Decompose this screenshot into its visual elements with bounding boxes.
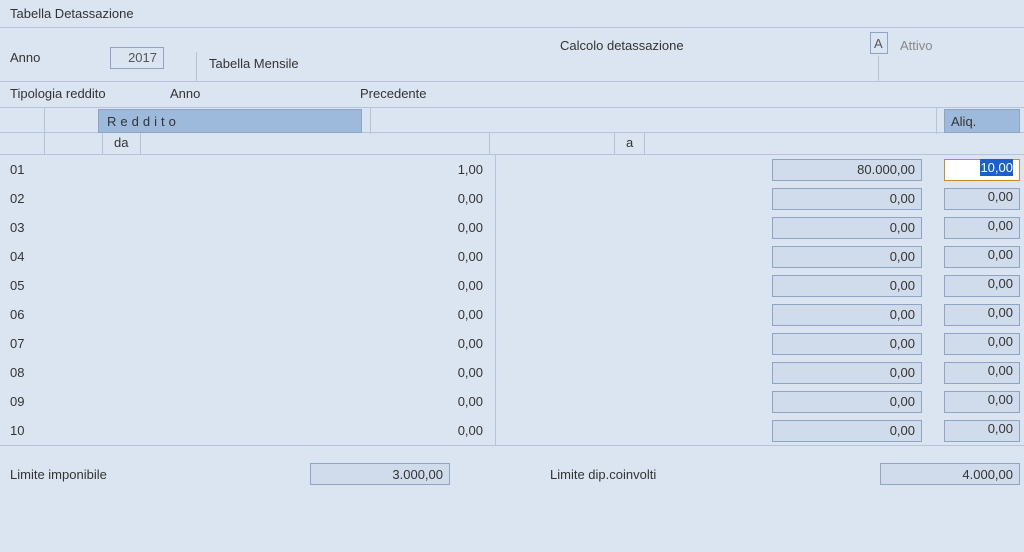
- cell-spacer: [496, 300, 766, 329]
- cell-aliq-input[interactable]: 0,00: [944, 333, 1020, 355]
- da-label: da: [108, 135, 134, 150]
- row-number: 10: [10, 423, 44, 438]
- subheader-row: Tipologia reddito Anno Precedente: [0, 82, 1024, 107]
- cell-aliq-input[interactable]: 0,00: [944, 304, 1020, 326]
- cell-a-input[interactable]: [772, 362, 922, 384]
- footer-row: Limite imponibile Limite dip.coinvolti: [0, 446, 1024, 502]
- limite-dip-input[interactable]: [880, 463, 1020, 485]
- limite-imponibile-label: Limite imponibile: [10, 467, 310, 482]
- row-number: 06: [10, 307, 44, 322]
- row-number: 01: [10, 162, 44, 177]
- window-title: Tabella Detassazione: [0, 0, 1024, 28]
- band-divider: [44, 108, 45, 134]
- cell-da[interactable]: 0,00: [44, 387, 496, 416]
- column-bands: Reddito Aliq.: [0, 107, 1024, 133]
- cell-spacer: [496, 271, 766, 300]
- band-aliq: Aliq.: [944, 109, 1020, 133]
- limite-imponibile-input[interactable]: [310, 463, 450, 485]
- cell-spacer: [496, 213, 766, 242]
- cell-aliq-input[interactable]: 0,00: [944, 420, 1020, 442]
- cell-a-input[interactable]: [772, 391, 922, 413]
- cell-da[interactable]: 1,00: [44, 155, 496, 184]
- da-a-row: da a: [0, 133, 1024, 155]
- table-row: 080,000,00: [0, 358, 1024, 387]
- table-row: 090,000,00: [0, 387, 1024, 416]
- cell-a-input[interactable]: [772, 304, 922, 326]
- cell-a-input[interactable]: [772, 275, 922, 297]
- calcolo-code-input[interactable]: [870, 32, 888, 54]
- cell-da[interactable]: 0,00: [44, 213, 496, 242]
- table-row: 020,000,00: [0, 184, 1024, 213]
- cell-a-input[interactable]: [772, 420, 922, 442]
- row-number: 03: [10, 220, 44, 235]
- row-number: 05: [10, 278, 44, 293]
- row-number: 07: [10, 336, 44, 351]
- cell-da[interactable]: 0,00: [44, 329, 496, 358]
- row-number: 04: [10, 249, 44, 264]
- table-row: 070,000,00: [0, 329, 1024, 358]
- cell-aliq-input[interactable]: 0,00: [944, 391, 1020, 413]
- cell-a-input[interactable]: [772, 246, 922, 268]
- row-number: 08: [10, 365, 44, 380]
- a-label: a: [620, 135, 639, 150]
- cell-aliq-input[interactable]: 0,00: [944, 275, 1020, 297]
- tab-divider: [196, 52, 197, 82]
- calc-divider: [878, 56, 879, 82]
- cell-spacer: [496, 184, 766, 213]
- tab-tabella-mensile[interactable]: Tabella Mensile: [205, 56, 303, 71]
- da-a-divider: [489, 133, 490, 155]
- table-row: 100,000,00: [0, 416, 1024, 445]
- cell-a-input[interactable]: [772, 159, 922, 181]
- table-row: 050,000,00: [0, 271, 1024, 300]
- cell-a-input[interactable]: [772, 188, 922, 210]
- cell-aliq-input[interactable]: 0,00: [944, 217, 1020, 239]
- cell-spacer: [496, 387, 766, 416]
- cell-aliq-input[interactable]: 10,00: [944, 159, 1020, 181]
- anno-input[interactable]: [110, 47, 164, 69]
- table-row: 030,000,00: [0, 213, 1024, 242]
- da-a-divider: [140, 133, 141, 155]
- table-row: 040,000,00: [0, 242, 1024, 271]
- cell-spacer: [496, 329, 766, 358]
- tipologia-label: Tipologia reddito: [10, 86, 160, 101]
- row-number: 02: [10, 191, 44, 206]
- cell-da[interactable]: 0,00: [44, 242, 496, 271]
- da-a-divider: [44, 133, 45, 155]
- cell-aliq-input[interactable]: 0,00: [944, 362, 1020, 384]
- da-a-divider: [102, 133, 103, 155]
- band-divider: [370, 108, 371, 134]
- cell-da[interactable]: 0,00: [44, 416, 496, 445]
- cell-spacer: [496, 242, 766, 271]
- header-row: Anno Tabella Mensile Calcolo detassazion…: [0, 28, 1024, 82]
- table-row: 011,00 10,00: [0, 155, 1024, 184]
- band-reddito: Reddito: [98, 109, 362, 133]
- cell-da[interactable]: 0,00: [44, 358, 496, 387]
- limite-dip-label: Limite dip.coinvolti: [550, 467, 830, 482]
- cell-aliq-input[interactable]: 0,00: [944, 188, 1020, 210]
- row-number: 09: [10, 394, 44, 409]
- band-divider: [936, 108, 937, 134]
- cell-da[interactable]: 0,00: [44, 271, 496, 300]
- cell-spacer: [496, 358, 766, 387]
- cell-aliq-input[interactable]: 0,00: [944, 246, 1020, 268]
- cell-spacer: [496, 416, 766, 445]
- table-row: 060,000,00: [0, 300, 1024, 329]
- cell-da[interactable]: 0,00: [44, 300, 496, 329]
- cell-da[interactable]: 0,00: [44, 184, 496, 213]
- anno-sub-label: Anno: [170, 86, 350, 101]
- cell-a-input[interactable]: [772, 333, 922, 355]
- da-a-divider: [614, 133, 615, 155]
- table-body: 011,0010,00020,000,00030,000,00040,000,0…: [0, 155, 1024, 446]
- cell-a-input[interactable]: [772, 217, 922, 239]
- anno-label: Anno: [10, 50, 100, 65]
- cell-spacer: [496, 155, 766, 184]
- calcolo-label: Calcolo detassazione: [560, 38, 684, 53]
- calcolo-status: Attivo: [900, 38, 933, 53]
- da-a-divider: [644, 133, 645, 155]
- precedente-label: Precedente: [360, 86, 427, 101]
